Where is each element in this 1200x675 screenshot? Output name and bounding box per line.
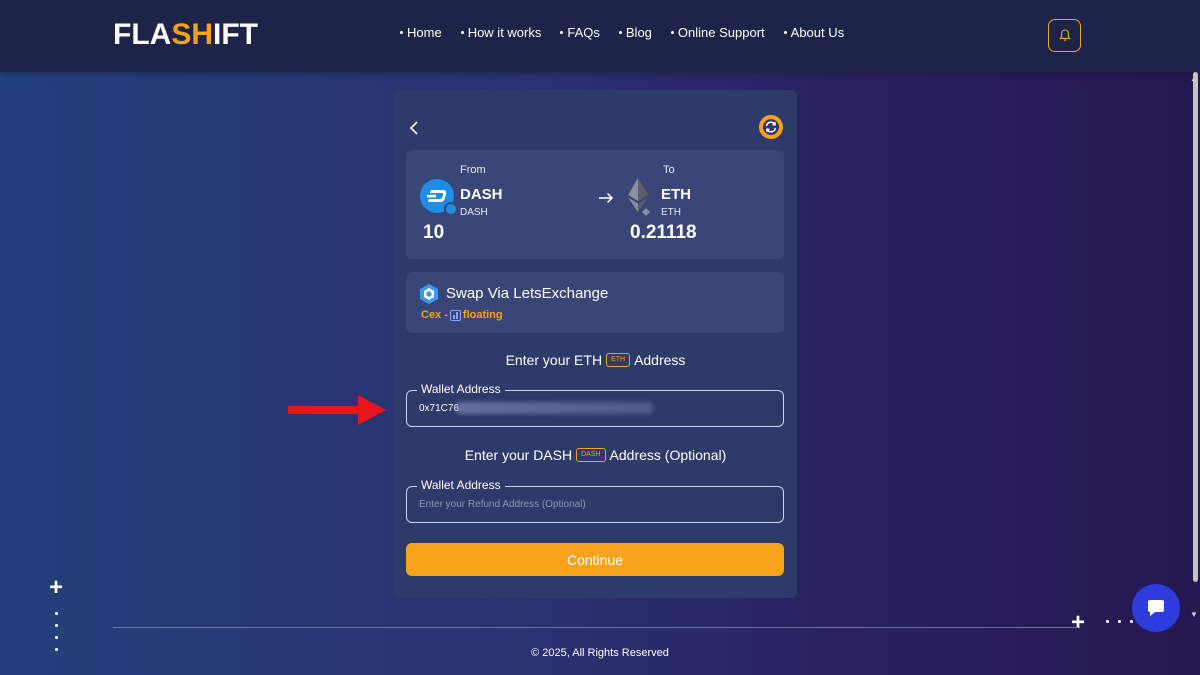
from-label: From bbox=[460, 164, 486, 176]
live-chat-button[interactable] bbox=[1132, 584, 1180, 632]
floating-rate-icon bbox=[449, 309, 461, 321]
eth-icon bbox=[628, 178, 650, 216]
annotation-arrow-icon bbox=[288, 395, 386, 425]
arrow-right-icon bbox=[599, 192, 614, 204]
scroll-down-icon[interactable]: ▼ bbox=[1190, 610, 1198, 619]
swap-card: From To DASH DASH 10 ETH ETH 0.21118 Swa… bbox=[394, 90, 797, 598]
nav-about-us[interactable]: About Us bbox=[783, 25, 844, 40]
eth-address-heading: Enter your ETH ETH Address bbox=[505, 352, 686, 368]
logo-text-right: IFT bbox=[213, 18, 259, 51]
refund-address-input[interactable] bbox=[419, 496, 769, 512]
dash-refund-address-heading: Enter your DASH DASH Address (Optional) bbox=[464, 447, 727, 463]
nav-bullet-icon bbox=[460, 31, 464, 34]
bell-icon bbox=[1058, 29, 1071, 41]
footer-divider bbox=[113, 627, 1078, 628]
nav-bullet-icon bbox=[560, 31, 564, 34]
to-amount: 0.21118 bbox=[630, 222, 697, 243]
nav-bullet-icon bbox=[783, 31, 787, 34]
nav-bullet-icon bbox=[400, 31, 403, 34]
letsexchange-icon bbox=[420, 284, 438, 304]
provider-tags: Cex - floating bbox=[421, 309, 503, 321]
logo-text-left: FLA bbox=[113, 18, 172, 51]
provider-rate-type: floating bbox=[462, 309, 503, 321]
plus-decoration-icon: + bbox=[49, 574, 64, 601]
notifications-button[interactable] bbox=[1048, 19, 1081, 52]
provider-type: Cex - bbox=[421, 309, 448, 321]
from-coin-symbol: DASH bbox=[460, 186, 503, 203]
nav-how-it-works[interactable]: How it works bbox=[460, 25, 541, 40]
refresh-icon bbox=[763, 119, 779, 135]
nav-bullet-icon bbox=[618, 31, 622, 34]
copyright-text: © 2025, All Rights Reserved bbox=[531, 647, 669, 659]
continue-button[interactable]: Continue bbox=[406, 543, 784, 576]
site-header: FLA SH IFT Home How it works FAQs Blog O… bbox=[0, 0, 1200, 72]
flashift-logo[interactable]: FLA SH IFT bbox=[113, 18, 258, 52]
dash-chip: DASH bbox=[576, 448, 606, 462]
chat-bubble-icon bbox=[1148, 600, 1164, 616]
from-coin-network: DASH bbox=[460, 207, 488, 218]
scroll-up-icon[interactable]: ▲ bbox=[1190, 74, 1198, 83]
dash-network-icon bbox=[444, 202, 458, 216]
to-coin-symbol: ETH bbox=[661, 186, 691, 203]
main-nav: Home How it works FAQs Blog Online Suppo… bbox=[400, 25, 863, 40]
nav-faqs[interactable]: FAQs bbox=[560, 25, 600, 40]
nav-home[interactable]: Home bbox=[400, 25, 442, 40]
swap-pair-summary: From To DASH DASH 10 ETH ETH 0.21118 bbox=[406, 150, 784, 259]
nav-online-support[interactable]: Online Support bbox=[670, 25, 765, 40]
to-coin-network: ETH bbox=[661, 207, 681, 218]
back-arrow-icon[interactable] bbox=[408, 120, 422, 136]
from-amount: 10 bbox=[423, 222, 445, 243]
provider-title: Swap Via LetsExchange bbox=[446, 285, 609, 302]
to-label: To bbox=[663, 164, 675, 176]
eth-chip: ETH bbox=[606, 353, 631, 367]
exchange-provider[interactable]: Swap Via LetsExchange Cex - floating bbox=[406, 272, 784, 333]
refresh-rate-button[interactable] bbox=[759, 115, 783, 139]
eth-wallet-address-field[interactable]: Wallet Address bbox=[406, 382, 784, 427]
wallet-address-label: Wallet Address bbox=[417, 478, 505, 492]
nav-bullet-icon bbox=[670, 31, 674, 34]
logo-text-mid: SH bbox=[171, 18, 214, 51]
page-scrollbar[interactable] bbox=[1193, 72, 1198, 582]
plus-decoration-icon: + bbox=[1071, 609, 1086, 636]
refund-wallet-address-field[interactable]: Wallet Address bbox=[406, 478, 784, 523]
wallet-address-label: Wallet Address bbox=[417, 382, 505, 396]
nav-blog[interactable]: Blog bbox=[618, 25, 652, 40]
redacted-address-blur bbox=[457, 402, 653, 414]
